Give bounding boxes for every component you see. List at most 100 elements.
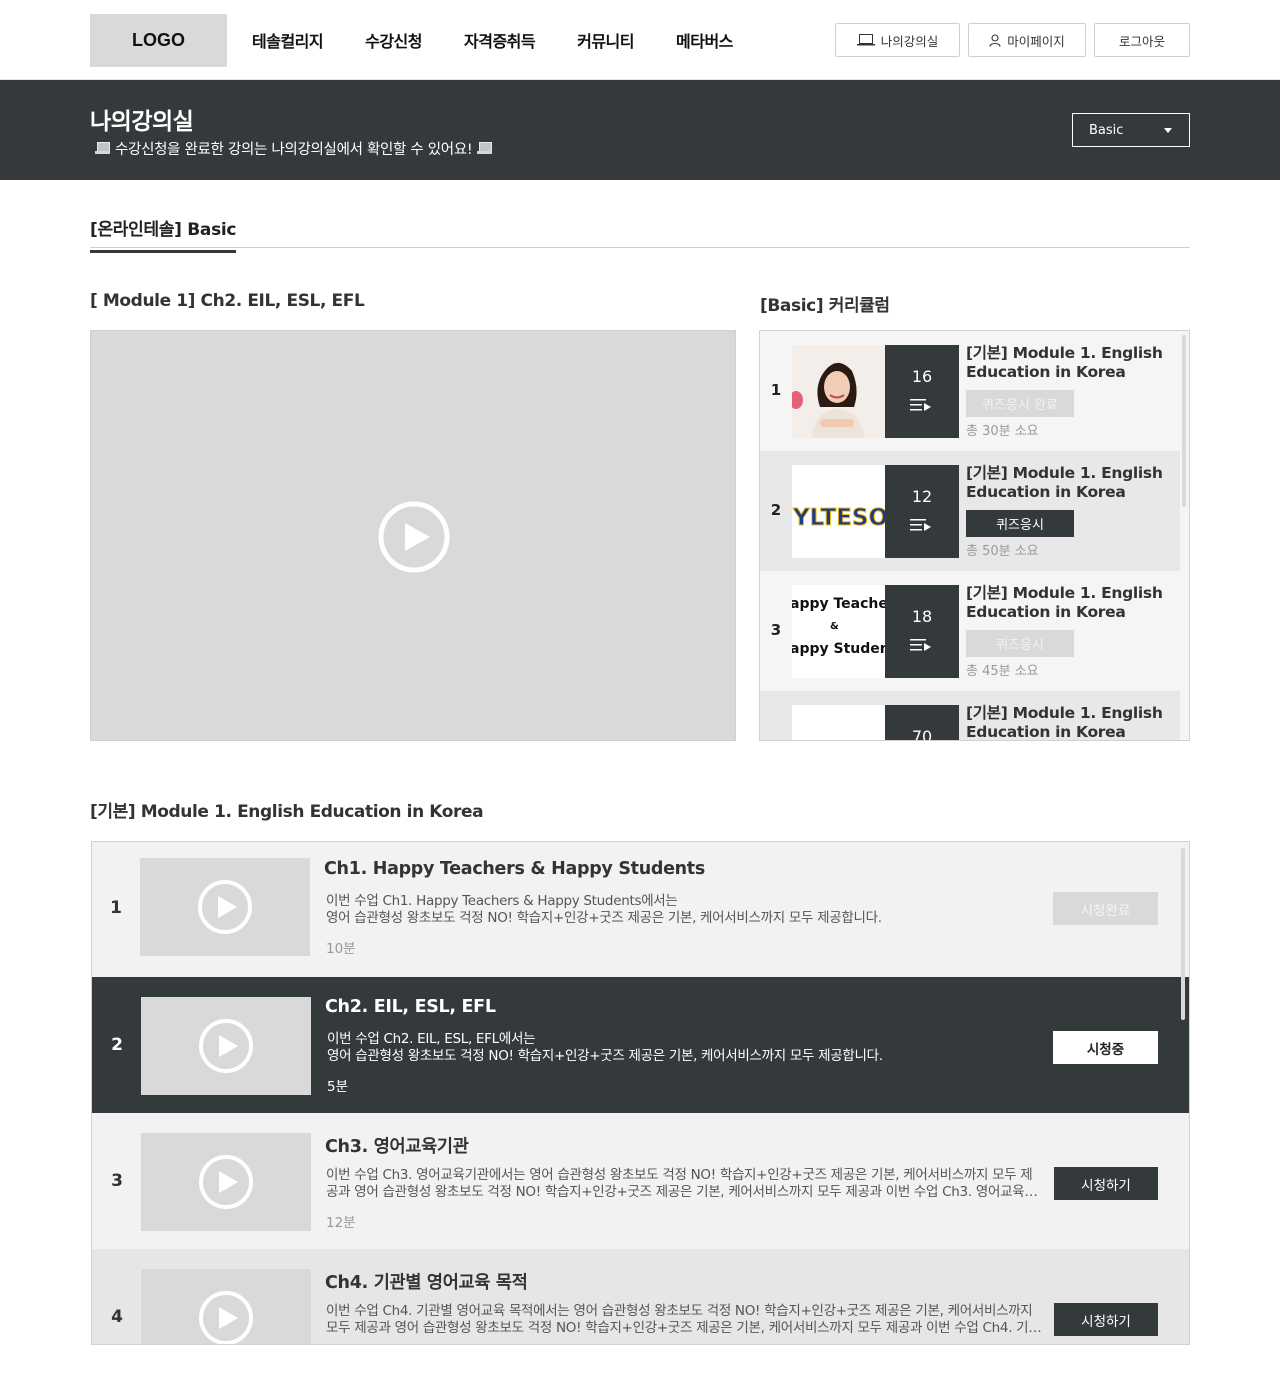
curriculum-item[interactable]: 3 appy Teache & appy Studen 18 [기본] Modu… xyxy=(760,571,1180,691)
curriculum-lesson-count: 70 xyxy=(885,705,959,741)
mypage-button[interactable]: 마이페이지 xyxy=(968,23,1086,57)
lesson-number: 3 xyxy=(111,1171,123,1191)
logo[interactable]: LOGO xyxy=(90,14,227,67)
lesson-count-value: 70 xyxy=(911,727,933,741)
playlist-icon xyxy=(910,519,931,531)
page-subtitle: 수강신청을 완료한 강의는 나의강의실에서 확인할 수 있어요! xyxy=(90,138,497,159)
lesson-duration: 10분 xyxy=(326,941,356,957)
play-icon xyxy=(199,1155,253,1209)
curriculum-lesson-count: 16 xyxy=(885,345,959,438)
lesson-thumbnail[interactable] xyxy=(141,1269,311,1344)
course-tabs: [온라인테솔] Basic xyxy=(90,206,1190,253)
watch-button[interactable]: 시청하기 xyxy=(1054,1303,1158,1336)
level-select-value: Basic xyxy=(1089,122,1124,138)
curriculum-item-duration: 총 45분 소요 xyxy=(966,664,1039,679)
lesson-description: 이번 수업 Ch2. EIL, ESL, EFL에서는 영어 습관형성 왕초보도… xyxy=(327,1031,883,1064)
page-banner: 나의강의실 수강신청을 완료한 강의는 나의강의실에서 확인할 수 있어요! B… xyxy=(0,80,1280,180)
curriculum-lesson-count: 18 xyxy=(885,585,959,678)
lesson-duration: 5분 xyxy=(327,1079,349,1095)
user-icon xyxy=(989,33,1001,47)
watched-button: 시청완료 xyxy=(1053,892,1158,925)
nav-item-tesol-college[interactable]: 테솔컬리지 xyxy=(252,28,324,52)
player-title: [ Module 1] Ch2. EIL, ESL, EFL xyxy=(90,291,365,311)
laptop-icon xyxy=(856,34,875,46)
nav-item-metaverse[interactable]: 메타버스 xyxy=(676,28,733,52)
curriculum-thumbnail: appy Teache & appy Studen xyxy=(792,585,886,678)
curriculum-item-title: [기본] Module 1. English Education in Kore… xyxy=(966,584,1163,621)
curriculum-item[interactable]: 1 16 [기본] Module 1. English Education in… xyxy=(760,331,1180,451)
curriculum-thumbnail xyxy=(792,345,886,438)
lesson-row[interactable]: 1 Ch1. Happy Teachers & Happy Students 이… xyxy=(92,842,1189,977)
my-classroom-label: 나의강의실 xyxy=(880,33,939,49)
lesson-title: Ch4. 기관별 영어교육 목적 xyxy=(325,1273,528,1293)
lesson-row[interactable]: 2 Ch2. EIL, ESL, EFL 이번 수업 Ch2. EIL, ESL… xyxy=(92,977,1189,1113)
lesson-number: 2 xyxy=(111,1035,123,1055)
playlist-icon xyxy=(910,639,931,651)
lesson-count-value: 18 xyxy=(911,607,933,626)
curriculum-thumbnail: YLTESOL xyxy=(792,465,886,558)
lesson-count-value: 12 xyxy=(911,487,933,506)
thumbnail-brand-text: YLTESOL xyxy=(792,505,886,531)
take-quiz-button[interactable]: 퀴즈응시 xyxy=(966,510,1074,537)
lesson-description: 이번 수업 Ch4. 기관별 영어교육 목적에서는 영어 습관형성 왕초보도 걱… xyxy=(326,1303,1041,1336)
nav-item-community[interactable]: 커뮤니티 xyxy=(577,28,634,52)
curriculum-scrollbar[interactable] xyxy=(1182,335,1186,507)
tab-online-tesol-basic[interactable]: [온라인테솔] Basic xyxy=(90,215,237,253)
curriculum-item-duration: 총 50분 소요 xyxy=(966,544,1039,559)
thumbnail-text-line-1: appy Teache xyxy=(792,596,886,612)
lesson-thumbnail[interactable] xyxy=(140,858,310,956)
play-icon[interactable] xyxy=(378,501,450,573)
play-icon xyxy=(199,1291,253,1344)
lesson-row[interactable]: 4 Ch4. 기관별 영어교육 목적 이번 수업 Ch4. 기관별 영어교육 목… xyxy=(92,1249,1189,1344)
lesson-title: Ch1. Happy Teachers & Happy Students xyxy=(324,859,705,879)
lesson-description: 이번 수업 Ch1. Happy Teachers & Happy Studen… xyxy=(326,893,882,926)
quiz-completed-button: 퀴즈응시 완료 xyxy=(966,390,1074,417)
my-classroom-button[interactable]: 나의강의실 xyxy=(835,23,960,57)
lesson-list-scrollbar[interactable] xyxy=(1181,848,1185,1020)
mypage-label: 마이페이지 xyxy=(1007,33,1065,49)
thumbnail-text-line-3: appy Studen xyxy=(792,641,886,657)
watch-button[interactable]: 시청하기 xyxy=(1054,1167,1158,1200)
main-nav: 테솔컬리지 수강신청 자격증취득 커뮤니티 메타버스 xyxy=(252,28,775,52)
curriculum-item-duration: 총 30분 소요 xyxy=(966,424,1039,439)
play-icon xyxy=(199,1019,253,1073)
lesson-count-value: 16 xyxy=(911,367,933,386)
playlist-icon xyxy=(910,399,931,411)
curriculum-lesson-count: 12 xyxy=(885,465,959,558)
chevron-down-icon xyxy=(1164,128,1172,133)
lesson-thumbnail[interactable] xyxy=(141,997,311,1095)
curriculum-item-number: 1 xyxy=(770,381,782,399)
nav-item-enrollment[interactable]: 수강신청 xyxy=(365,28,422,52)
curriculum-list[interactable]: 1 16 [기본] Module 1. English Education in… xyxy=(759,330,1190,741)
lesson-number: 4 xyxy=(111,1307,123,1327)
curriculum-item[interactable]: 2 YLTESOL 12 [기본] Module 1. English Educ… xyxy=(760,451,1180,571)
lesson-duration: 12분 xyxy=(326,1215,356,1231)
level-select[interactable]: Basic xyxy=(1072,113,1190,147)
lesson-description: 이번 수업 Ch3. 영어교육기관에서는 영어 습관형성 왕초보도 걱정 NO!… xyxy=(326,1167,1037,1200)
watching-button[interactable]: 시청중 xyxy=(1053,1031,1158,1064)
video-player[interactable] xyxy=(90,330,736,741)
curriculum-item-number: 2 xyxy=(770,501,782,519)
quiz-disabled-button: 퀴즈응시 xyxy=(966,630,1074,657)
lesson-thumbnail[interactable] xyxy=(141,1133,311,1231)
curriculum-thumbnail xyxy=(792,705,886,740)
laptop-icon xyxy=(477,142,493,155)
logout-button[interactable]: 로그아웃 xyxy=(1094,23,1190,57)
thumbnail-text-line-2: & xyxy=(830,621,839,632)
nav-item-certification[interactable]: 자격증취득 xyxy=(464,28,536,52)
laptop-icon xyxy=(95,142,110,155)
play-icon xyxy=(198,880,252,934)
curriculum-item-title: [기본] Module 1. English Education in Kore… xyxy=(966,344,1163,381)
lesson-title: Ch2. EIL, ESL, EFL xyxy=(325,997,496,1017)
page-title: 나의강의실 xyxy=(90,109,194,135)
curriculum-item-title: [기본] Module 1. English Education in Kore… xyxy=(966,464,1163,501)
lesson-list[interactable]: 1 Ch1. Happy Teachers & Happy Students 이… xyxy=(91,841,1190,1345)
module-title: [기본] Module 1. English Education in Kore… xyxy=(90,802,484,822)
lesson-title: Ch3. 영어교육기관 xyxy=(325,1137,469,1157)
curriculum-item-title: [기본] Module 1. English Education in Kore… xyxy=(966,704,1163,741)
lesson-number: 1 xyxy=(110,898,122,918)
lesson-row[interactable]: 3 Ch3. 영어교육기관 이번 수업 Ch3. 영어교육기관에서는 영어 습관… xyxy=(92,1113,1189,1249)
top-navigation-bar: LOGO 테솔컬리지 수강신청 자격증취득 커뮤니티 메타버스 나의강의실 마이… xyxy=(0,0,1280,80)
page-subtitle-text: 수강신청을 완료한 강의는 나의강의실에서 확인할 수 있어요! xyxy=(115,142,473,158)
curriculum-item[interactable]: 70 [기본] Module 1. English Education in K… xyxy=(760,691,1180,741)
